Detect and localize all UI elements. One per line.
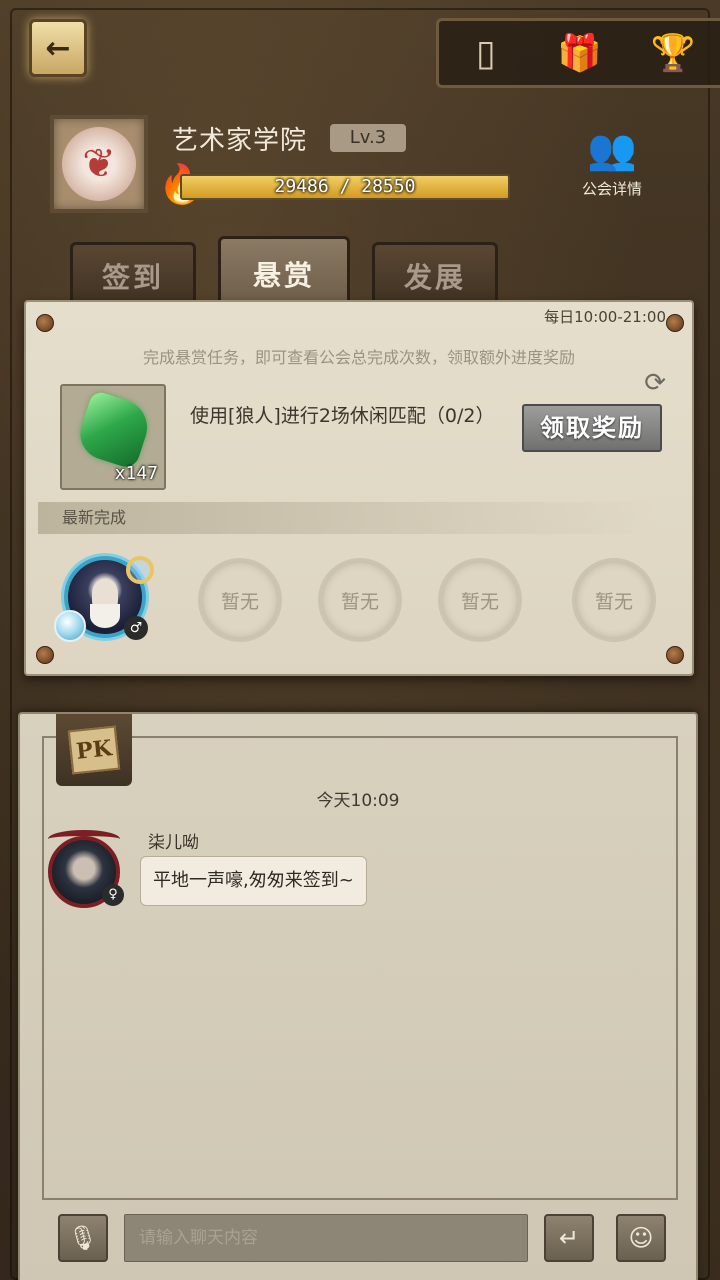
- bounty-panel: 每日10:00-21:00 完成悬赏任务，即可查看公会总完成次数，领取额外进度奖…: [24, 300, 694, 676]
- sender-name: 柒儿呦: [148, 833, 199, 853]
- back-button[interactable]: ←: [22, 12, 94, 84]
- trophy-icon[interactable]: 🏆: [650, 28, 696, 78]
- bounty-description: 完成悬赏任务，即可查看公会总完成次数，领取额外进度奖励: [142, 348, 575, 367]
- chat-panel: PK 今天10:09 ♀ 柒儿呦 平地一声嚎,匆匆来签到~ 🎙 ↵ ☺: [18, 712, 698, 1280]
- card-icon[interactable]: ▯: [463, 28, 509, 78]
- reward-item[interactable]: x147: [60, 384, 166, 490]
- bird-emblem-icon: ❦: [62, 127, 136, 201]
- tab-development[interactable]: 发展: [372, 242, 498, 306]
- guild-xp-text: 29486 / 28550: [274, 176, 416, 197]
- rivet: [36, 314, 54, 332]
- magnifier-icon: [126, 556, 154, 584]
- female-gender-icon: ♀: [102, 884, 124, 906]
- send-icon[interactable]: ↵: [544, 1214, 594, 1262]
- reward-count: x147: [114, 463, 158, 484]
- guild-detail-button[interactable]: 👥 公会详情: [572, 128, 652, 208]
- green-gem-icon: [73, 389, 155, 471]
- pk-icon: PK: [67, 725, 121, 775]
- task-description: 使用[狼人]进行2场休闲匹配（0/2）: [190, 405, 495, 427]
- rivet: [666, 646, 684, 664]
- back-arrow-icon: ←: [29, 19, 87, 77]
- avatar-beard: [90, 604, 120, 628]
- empty-slot: 暂无: [318, 558, 402, 642]
- members-icon: 👥: [587, 127, 637, 173]
- top-toolbar: ▯ 🎁 🏆: [436, 18, 720, 88]
- tab-bounty[interactable]: 悬赏: [218, 236, 350, 308]
- claim-reward-button[interactable]: 领取奖励: [522, 404, 662, 452]
- refresh-icon[interactable]: ⟳: [644, 368, 666, 398]
- guild-detail-label: 公会详情: [581, 180, 642, 198]
- chat-input-bar: 🎙 ↵ ☺: [54, 1214, 666, 1264]
- bounty-time-window: 每日10:00-21:00: [544, 308, 666, 326]
- empty-slot: 暂无: [198, 558, 282, 642]
- emoji-icon[interactable]: ☺: [616, 1214, 666, 1262]
- tab-checkin[interactable]: 签到: [70, 242, 196, 306]
- gift-icon[interactable]: 🎁: [556, 28, 602, 78]
- rivet: [36, 646, 54, 664]
- crystal-orb-icon: [54, 610, 86, 642]
- chat-timestamp: 今天10:09: [316, 791, 400, 811]
- chat-message-bubble: 平地一声嚎,匆匆来签到~: [140, 856, 367, 906]
- rivet: [666, 314, 684, 332]
- guild-level-badge: Lv.3: [330, 124, 406, 152]
- pk-channel-tab[interactable]: PK: [56, 714, 132, 786]
- male-gender-icon: ♂: [124, 616, 148, 640]
- empty-slot: 暂无: [438, 558, 522, 642]
- guild-name: 艺术家学院: [172, 126, 308, 156]
- microphone-icon[interactable]: 🎙: [58, 1214, 108, 1262]
- chat-input[interactable]: [124, 1214, 528, 1262]
- empty-slot: 暂无: [572, 558, 656, 642]
- avatar-frame-horns: [48, 830, 120, 848]
- guild-emblem: ❦: [50, 115, 148, 213]
- recent-completed-label: 最新完成: [38, 502, 658, 534]
